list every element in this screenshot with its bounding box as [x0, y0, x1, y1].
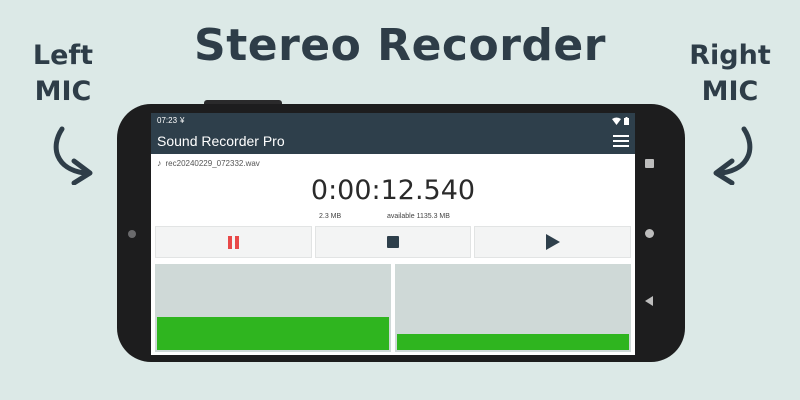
front-camera — [128, 230, 136, 238]
pause-button[interactable] — [155, 226, 312, 258]
right-channel-meter — [395, 264, 631, 352]
curved-arrow-right-icon — [53, 126, 93, 185]
curved-arrow-left-icon — [713, 126, 753, 185]
left-channel-meter — [155, 264, 391, 352]
right-label-line2: MIC — [701, 76, 759, 107]
wifi-icon — [612, 117, 621, 125]
battery-icon — [624, 116, 629, 125]
stop-button[interactable] — [314, 226, 472, 258]
recents-nav-icon[interactable] — [645, 159, 654, 168]
back-nav-icon[interactable] — [645, 296, 653, 306]
home-nav-icon[interactable] — [645, 229, 654, 238]
file-info: ♪ rec20240229_072332.wav — [157, 158, 260, 168]
left-level-fill — [157, 316, 389, 350]
status-bar: 07:23 ¥ — [151, 113, 635, 128]
file-size: 2.3 MB — [319, 213, 342, 220]
available-space: available 1135.3 MB — [387, 213, 450, 220]
right-mic-label: Right MIC — [680, 38, 780, 110]
app-title: Sound Recorder Pro — [157, 133, 285, 149]
app-screen: 07:23 ¥ Sound Recorder Pro ♪ rec20240229… — [151, 113, 635, 355]
recording-filename: rec20240229_072332.wav — [165, 158, 260, 168]
left-mic-label: Left MIC — [20, 38, 106, 110]
transport-controls — [155, 226, 632, 258]
right-level-fill — [397, 334, 629, 350]
stop-icon — [387, 236, 399, 248]
elapsed-time: 0:00:12.540 — [310, 175, 476, 206]
left-label-line1: Left — [32, 40, 94, 71]
recorder-panel: ♪ rec20240229_072332.wav 0:00:12.540 2.3… — [151, 154, 635, 355]
level-meters — [155, 264, 631, 352]
download-icon: ¥ — [180, 116, 185, 125]
play-icon — [545, 234, 560, 250]
music-note-icon: ♪ — [157, 158, 162, 168]
play-button[interactable] — [474, 226, 632, 258]
status-time: 07:23 — [157, 116, 178, 125]
hamburger-menu-icon[interactable] — [613, 135, 629, 147]
left-label-line2: MIC — [34, 76, 92, 107]
app-bar: Sound Recorder Pro — [151, 128, 635, 154]
pause-icon — [227, 235, 239, 249]
right-label-line1: Right — [689, 40, 771, 71]
